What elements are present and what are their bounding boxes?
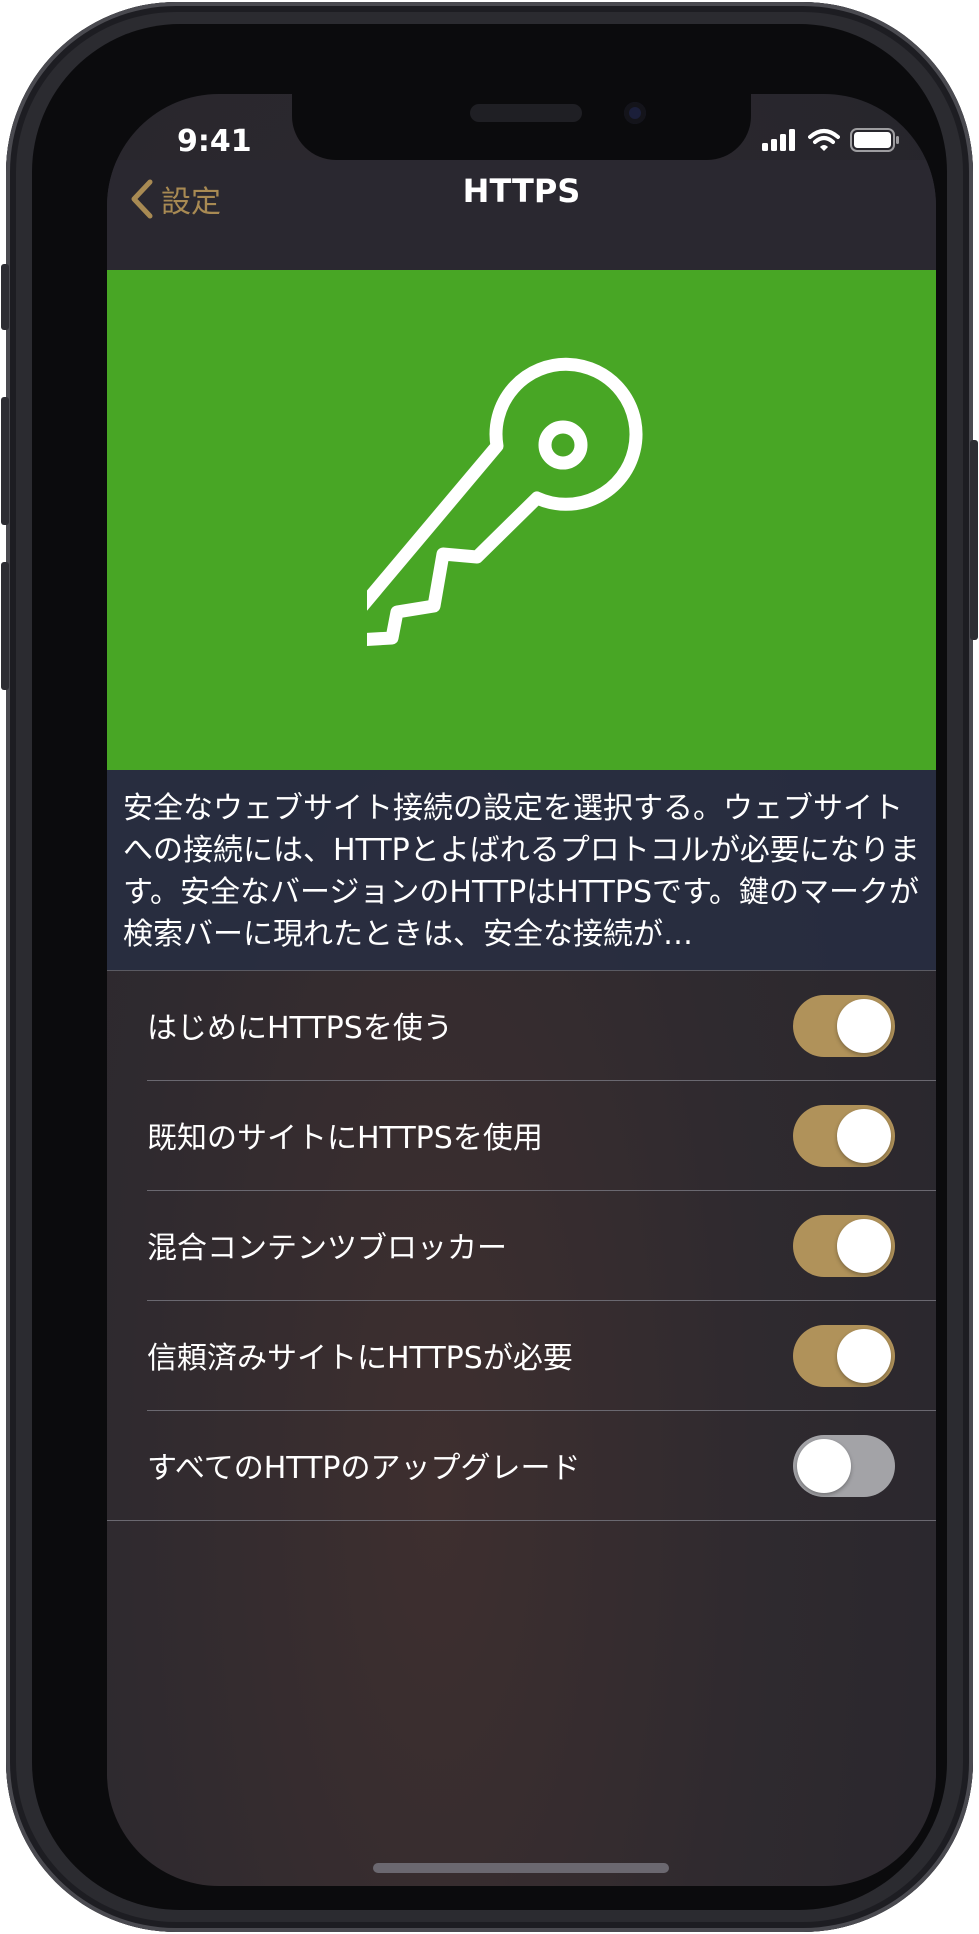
description-panel: 安全なウェブサイト接続の設定を選択する。ウェブサイトへの接続には、HTTPとよば…	[107, 770, 936, 971]
toggle-knob	[837, 1109, 891, 1163]
setting-row-require-https-trusted: 信頼済みサイトにHTTPSが必要	[107, 1301, 936, 1411]
wifi-icon	[808, 129, 840, 151]
home-indicator[interactable]	[373, 1863, 669, 1873]
setting-label: すべてのHTTPのアップグレード	[147, 1451, 581, 1486]
battery-icon	[850, 128, 899, 152]
row-divider	[107, 1520, 936, 1521]
screen: 9:41 設定 HTTPS 安全なウェブサイト接続の設定を選択する。ウェブサイト…	[107, 94, 936, 1886]
hero-banner	[107, 270, 936, 770]
settings-list: はじめにHTTPSを使う 既知のサイトにHTTPSを使用 混合コンテンツブロッカ…	[107, 971, 936, 1521]
toggle-knob	[837, 1329, 891, 1383]
status-icons	[762, 128, 900, 152]
toggle-knob	[837, 999, 891, 1053]
toggle-knob	[837, 1219, 891, 1273]
setting-label: はじめにHTTPSを使う	[147, 1011, 453, 1046]
setting-label: 信頼済みサイトにHTTPSが必要	[147, 1341, 573, 1376]
https-known-sites-toggle[interactable]	[793, 1105, 895, 1167]
front-camera	[624, 102, 646, 124]
volume-down-button	[1, 562, 9, 690]
setting-row-upgrade-all-http: すべてのHTTPのアップグレード	[107, 1411, 936, 1521]
require-https-trusted-toggle[interactable]	[793, 1325, 895, 1387]
mixed-content-blocker-toggle[interactable]	[793, 1215, 895, 1277]
description-text: 安全なウェブサイト接続の設定を選択する。ウェブサイトへの接続には、HTTPとよば…	[123, 791, 920, 952]
mute-switch	[1, 264, 9, 330]
upgrade-all-http-toggle[interactable]	[793, 1435, 895, 1497]
speaker	[470, 104, 582, 122]
setting-row-https-known-sites: 既知のサイトにHTTPSを使用	[107, 1081, 936, 1191]
key-icon	[367, 357, 643, 646]
power-button	[970, 440, 978, 640]
page-title: HTTPS	[462, 172, 581, 210]
phone-frame: 9:41 設定 HTTPS 安全なウェブサイト接続の設定を選択する。ウェブサイト…	[1, 2, 978, 1932]
bezel: 9:41 設定 HTTPS 安全なウェブサイト接続の設定を選択する。ウェブサイト…	[32, 24, 947, 1910]
setting-row-mixed-content-blocker: 混合コンテンツブロッカー	[107, 1191, 936, 1301]
navigation-bar: 設定 HTTPS	[107, 160, 936, 270]
notch	[292, 94, 751, 160]
toggle-knob	[797, 1439, 851, 1493]
setting-label: 混合コンテンツブロッカー	[147, 1231, 507, 1266]
use-https-first-toggle[interactable]	[793, 995, 895, 1057]
setting-row-use-https-first: はじめにHTTPSを使う	[107, 971, 936, 1081]
setting-label: 既知のサイトにHTTPSを使用	[147, 1121, 543, 1156]
status-time: 9:41	[177, 124, 252, 159]
volume-up-button	[1, 397, 9, 525]
signal-icon	[762, 129, 795, 151]
